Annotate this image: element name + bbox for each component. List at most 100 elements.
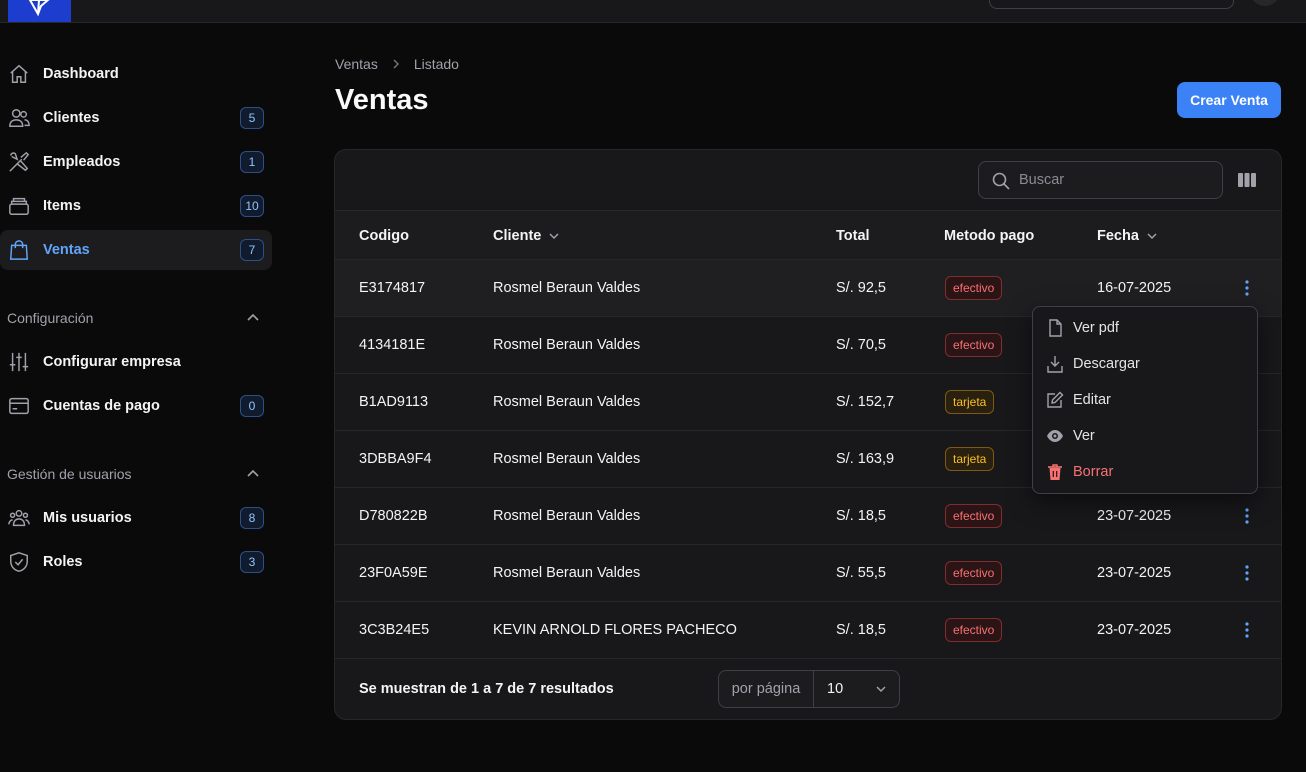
top-bar bbox=[0, 0, 1306, 23]
menu-item-ver[interactable]: Ver bbox=[1033, 419, 1257, 453]
menu-item-ver-pdf[interactable]: Ver pdf bbox=[1033, 311, 1257, 345]
sidebar-item-label: Mis usuarios bbox=[43, 510, 132, 526]
table-row[interactable]: D780822B Rosmel Beraun Valdes S/. 18,5 efec… bbox=[335, 488, 1281, 545]
cell-total: S/. 92,5 bbox=[836, 280, 886, 296]
sidebar-item-label: Empleados bbox=[43, 154, 121, 170]
shield-check-icon bbox=[7, 551, 31, 573]
column-header-total: Total bbox=[836, 228, 870, 244]
menu-item-borrar[interactable]: Borrar bbox=[1033, 455, 1257, 489]
group-title-gestion-de-usuarios: Gestión de usuarios bbox=[7, 466, 132, 482]
cell-total: S/. 163,9 bbox=[836, 451, 895, 467]
users-icon bbox=[7, 107, 31, 129]
trash-icon bbox=[1046, 463, 1064, 481]
chevron-up-icon[interactable] bbox=[246, 311, 260, 325]
cell-total: S/. 70,5 bbox=[836, 337, 886, 353]
count-badge: 8 bbox=[240, 507, 264, 529]
menu-item-editar[interactable]: Editar bbox=[1033, 383, 1257, 417]
sidebar-item-roles[interactable]: Roles 3 bbox=[0, 542, 272, 582]
sidebar-item-label: Items bbox=[43, 198, 81, 214]
payment-method-badge: efectivo bbox=[945, 618, 1003, 642]
cell-total: S/. 18,5 bbox=[836, 622, 886, 638]
cell-codigo: 3DBBA9F4 bbox=[359, 451, 432, 467]
row-actions-menu: Ver pdf Descargar Editar Ver Borrar bbox=[1032, 306, 1258, 494]
payment-method-badge: efectivo bbox=[945, 276, 1003, 300]
per-page-label: por página bbox=[719, 671, 814, 707]
per-page-value[interactable]: 10 bbox=[814, 671, 899, 707]
chevron-down-icon bbox=[875, 683, 887, 695]
sidebar-item-empleados[interactable]: Empleados 1 bbox=[0, 142, 272, 182]
cell-codigo: 3C3B24E5 bbox=[359, 622, 430, 638]
chevron-down-icon bbox=[548, 230, 560, 242]
menu-item-label: Borrar bbox=[1073, 464, 1114, 480]
search-input[interactable] bbox=[1019, 162, 1214, 198]
create-sale-button[interactable]: Crear Venta bbox=[1177, 82, 1281, 118]
table-row[interactable]: 23F0A59E Rosmel Beraun Valdes S/. 55,5 efec… bbox=[335, 545, 1281, 602]
sidebar-item-label: Cuentas de pago bbox=[43, 398, 160, 414]
menu-item-descargar[interactable]: Descargar bbox=[1033, 347, 1257, 381]
payment-method-badge: efectivo bbox=[945, 333, 1003, 357]
payment-method-badge: efectivo bbox=[945, 504, 1003, 528]
more-vertical-icon[interactable] bbox=[1237, 278, 1257, 298]
count-badge: 7 bbox=[240, 239, 264, 261]
sidebar-item-configurar-empresa[interactable]: Configurar empresa bbox=[0, 342, 272, 382]
columns-icon[interactable] bbox=[1237, 170, 1257, 190]
menu-item-label: Ver bbox=[1073, 428, 1095, 444]
more-vertical-icon[interactable] bbox=[1237, 506, 1257, 526]
sidebar-item-items[interactable]: Items 10 bbox=[0, 186, 272, 226]
breadcrumb-item[interactable]: Ventas bbox=[335, 56, 378, 72]
cell-fecha: 23-07-2025 bbox=[1097, 622, 1172, 638]
cell-fecha: 23-07-2025 bbox=[1097, 508, 1172, 524]
count-badge: 1 bbox=[240, 151, 264, 173]
cell-codigo: E3174817 bbox=[359, 280, 426, 296]
table-header: Codigo Cliente Total Metodo pago Fecha bbox=[335, 211, 1281, 260]
menu-item-label: Editar bbox=[1073, 392, 1111, 408]
cell-cliente: Rosmel Beraun Valdes bbox=[493, 508, 641, 524]
top-search-input[interactable] bbox=[989, 0, 1234, 9]
column-header-fecha[interactable]: Fecha bbox=[1097, 228, 1158, 244]
logo[interactable] bbox=[8, 0, 71, 22]
table-row[interactable]: 3C3B24E5 KEVIN ARNOLD FLORES PACHECO S/. 1… bbox=[335, 602, 1281, 659]
sidebar-item-dashboard[interactable]: Dashboard bbox=[0, 54, 272, 94]
cell-codigo: 23F0A59E bbox=[359, 565, 428, 581]
cell-total: S/. 152,7 bbox=[836, 394, 895, 410]
page-title: Ventas bbox=[335, 84, 429, 116]
payment-method-badge: tarjeta bbox=[945, 447, 995, 471]
avatar[interactable] bbox=[1250, 0, 1280, 6]
shopping-bag-icon bbox=[7, 239, 31, 261]
more-vertical-icon[interactable] bbox=[1237, 620, 1257, 640]
sidebar-item-label: Ventas bbox=[43, 242, 90, 258]
sidebar-item-mis-usuarios[interactable]: Mis usuarios 8 bbox=[0, 498, 272, 538]
sidebar-item-ventas[interactable]: Ventas 7 bbox=[0, 230, 272, 270]
chevron-up-icon[interactable] bbox=[246, 467, 260, 481]
column-header-cliente[interactable]: Cliente bbox=[493, 228, 560, 244]
search-icon bbox=[992, 172, 1010, 190]
cell-cliente: Rosmel Beraun Valdes bbox=[493, 337, 641, 353]
group-title-configuracion: Configuración bbox=[7, 310, 94, 326]
cell-fecha: 16-07-2025 bbox=[1097, 280, 1172, 296]
user-group-icon bbox=[7, 507, 31, 529]
search-field[interactable] bbox=[978, 161, 1223, 199]
count-badge: 5 bbox=[240, 107, 264, 129]
chevron-down-icon bbox=[1146, 230, 1158, 242]
count-badge: 3 bbox=[240, 551, 264, 573]
breadcrumb: Ventas Listado bbox=[335, 56, 459, 72]
menu-item-label: Ver pdf bbox=[1073, 320, 1119, 336]
edit-icon bbox=[1046, 391, 1064, 409]
home-icon bbox=[7, 63, 31, 85]
sidebar-item-clientes[interactable]: Clientes 5 bbox=[0, 98, 272, 138]
download-icon bbox=[1046, 355, 1064, 373]
sidebar-item-cuentas-de-pago[interactable]: Cuentas de pago 0 bbox=[0, 386, 272, 426]
per-page-select[interactable]: por página 10 bbox=[718, 670, 900, 708]
eye-icon bbox=[1046, 427, 1064, 445]
cell-cliente: Rosmel Beraun Valdes bbox=[493, 394, 641, 410]
table-toolbar bbox=[335, 150, 1281, 211]
column-header-codigo: Codigo bbox=[359, 228, 409, 244]
cell-codigo: B1AD9113 bbox=[359, 394, 429, 410]
cell-cliente: Rosmel Beraun Valdes bbox=[493, 280, 641, 296]
tools-icon bbox=[7, 151, 31, 173]
sidebar-item-label: Dashboard bbox=[43, 66, 119, 82]
sidebar-item-label: Clientes bbox=[43, 110, 100, 126]
sidebar-item-label: Configurar empresa bbox=[43, 354, 181, 370]
cell-total: S/. 55,5 bbox=[836, 565, 886, 581]
more-vertical-icon[interactable] bbox=[1237, 563, 1257, 583]
